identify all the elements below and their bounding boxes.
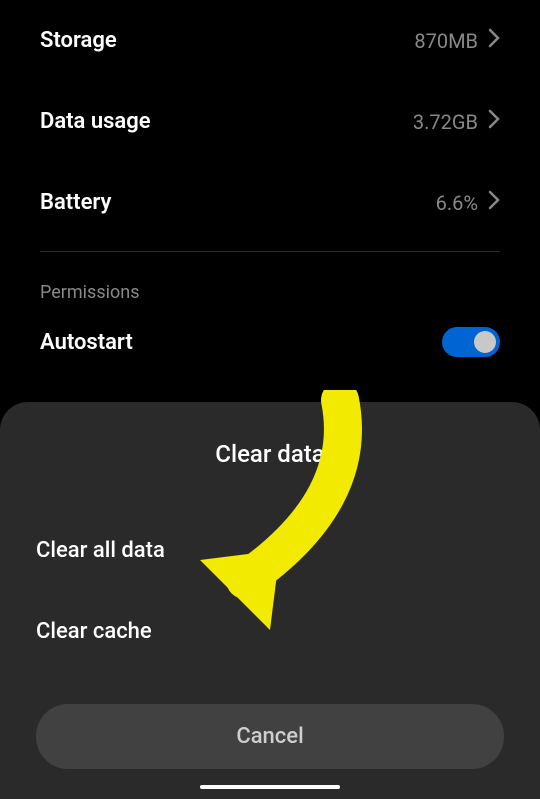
permissions-header: Permissions: [40, 272, 500, 321]
data-usage-label: Data usage: [40, 109, 151, 134]
battery-value: 6.6%: [436, 191, 478, 215]
cancel-button[interactable]: Cancel: [36, 704, 504, 769]
data-usage-value: 3.72GB: [413, 110, 478, 134]
clear-all-data-option[interactable]: Clear all data: [36, 510, 504, 591]
chevron-right-icon: [488, 190, 500, 215]
home-indicator[interactable]: [200, 785, 340, 789]
autostart-row[interactable]: Autostart: [40, 321, 500, 363]
battery-row[interactable]: Battery 6.6%: [40, 162, 500, 243]
sheet-title: Clear data: [36, 440, 504, 468]
clear-data-sheet: Clear data Clear all data Clear cache Ca…: [0, 402, 540, 799]
chevron-right-icon: [488, 109, 500, 134]
storage-value: 870MB: [414, 29, 478, 53]
battery-right: 6.6%: [436, 190, 500, 215]
storage-right: 870MB: [414, 28, 500, 53]
settings-list: Storage 870MB Data usage 3.72GB Battery …: [0, 0, 540, 363]
clear-cache-option[interactable]: Clear cache: [36, 591, 504, 672]
chevron-right-icon: [488, 28, 500, 53]
storage-row[interactable]: Storage 870MB: [40, 0, 500, 81]
data-usage-row[interactable]: Data usage 3.72GB: [40, 81, 500, 162]
autostart-toggle[interactable]: [442, 327, 500, 357]
toggle-knob: [474, 331, 496, 353]
data-usage-right: 3.72GB: [413, 109, 500, 134]
storage-label: Storage: [40, 28, 117, 53]
battery-label: Battery: [40, 190, 111, 215]
divider: [40, 251, 500, 252]
autostart-label: Autostart: [40, 330, 133, 355]
